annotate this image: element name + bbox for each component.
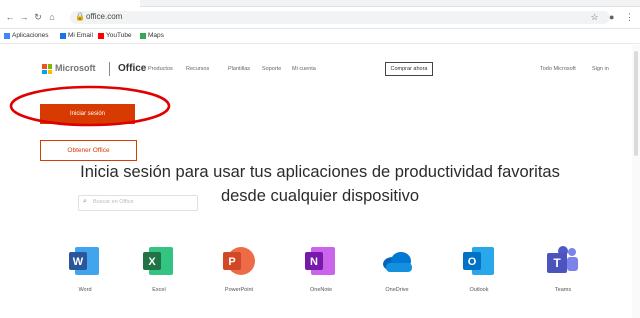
sign-in-button[interactable]: Iniciar sesión [40,104,135,124]
svg-text:P: P [228,256,235,268]
app-label: PowerPoint [224,287,254,293]
svg-text:X: X [148,256,156,268]
address-bar[interactable]: 🔒 office.com [70,11,610,24]
teams-icon: T [547,246,578,273]
star-icon[interactable]: ☆ [590,12,598,22]
search-placeholder: Buscar en Office [93,199,134,205]
bookmark-youtube[interactable]: YouTube [98,32,132,39]
profile-icon[interactable]: ● [609,12,614,22]
browser-tab[interactable] [140,0,640,7]
svg-text:O: O [468,256,477,268]
onedrive-icon [383,252,412,272]
app-label: Excel [152,287,166,293]
reload-icon[interactable]: ↻ [32,11,44,23]
app-word[interactable]: W Word [59,246,111,293]
back-icon[interactable]: ← [4,11,16,23]
search-icon: ⌕ [83,198,87,205]
outlook-icon: O [463,247,494,275]
tab-strip [0,0,640,8]
maps-icon [140,32,146,39]
app-teams[interactable]: T Teams [537,246,589,293]
get-office-button[interactable]: Obtener Office [40,140,137,161]
mail-icon [60,32,66,39]
lock-icon: 🔒 [75,12,85,21]
buy-now-button[interactable]: Comprar ahora [385,62,433,76]
headline-line-1: Inicia sesión para usar tus aplicaciones… [80,163,560,181]
nav-templates[interactable]: Plantillas [228,66,250,72]
site-header: Microsoft Office Productos Recursos Plan… [0,58,640,80]
browser-toolbar: ← → ↻ ⌂ 🔒 office.com ☆ ● ⋮ [0,8,640,29]
bookmark-apps[interactable]: Aplicaciones [4,32,49,39]
app-label: Outlook [469,287,489,293]
search-input[interactable]: ⌕ Buscar en Office [78,195,198,211]
microsoft-logo-icon[interactable] [42,64,52,74]
app-launcher-row: W Word X Excel P PowerPoint N OneNote On… [0,246,640,306]
vertical-scrollbar[interactable] [632,45,640,318]
nav-resources[interactable]: Recursos [186,66,209,72]
office-home-link[interactable]: Office [118,63,146,74]
bookmarks-bar: Aplicaciones Mi Email YouTube Maps [0,29,640,44]
bookmark-mail[interactable]: Mi Email [60,32,93,39]
menu-icon[interactable]: ⋮ [625,12,634,22]
youtube-icon [98,32,104,39]
bookmark-maps[interactable]: Maps [140,32,164,39]
word-icon: W [69,247,99,275]
svg-text:W: W [73,256,84,268]
svg-text:T: T [553,256,561,270]
forward-icon[interactable]: → [18,11,30,23]
app-excel[interactable]: X Excel [133,246,185,293]
brand-name[interactable]: Microsoft [55,63,96,73]
home-icon[interactable]: ⌂ [46,11,58,23]
excel-icon: X [143,247,173,275]
all-microsoft-menu[interactable]: Todo Microsoft [540,66,576,72]
nav-my-account[interactable]: Mi cuenta [292,66,316,72]
apps-grid-icon [4,32,10,39]
app-label: OneDrive [385,287,409,293]
app-label: Word [78,287,92,293]
header-divider [109,62,110,76]
app-label: Teams [554,287,572,293]
scrollbar-thumb[interactable] [634,51,638,156]
nav-support[interactable]: Soporte [262,66,281,72]
app-onedrive[interactable]: OneDrive [371,246,423,293]
app-outlook[interactable]: O Outlook [453,246,505,293]
svg-text:N: N [310,256,318,268]
onenote-icon: N [305,247,335,275]
app-onenote[interactable]: N OneNote [295,246,347,293]
app-powerpoint[interactable]: P PowerPoint [213,246,265,293]
address-bar-url: office.com [86,12,123,21]
header-sign-in-link[interactable]: Sign in [592,66,609,72]
app-label: OneNote [309,287,332,293]
powerpoint-icon: P [223,247,255,275]
nav-products[interactable]: Productos [148,66,173,72]
